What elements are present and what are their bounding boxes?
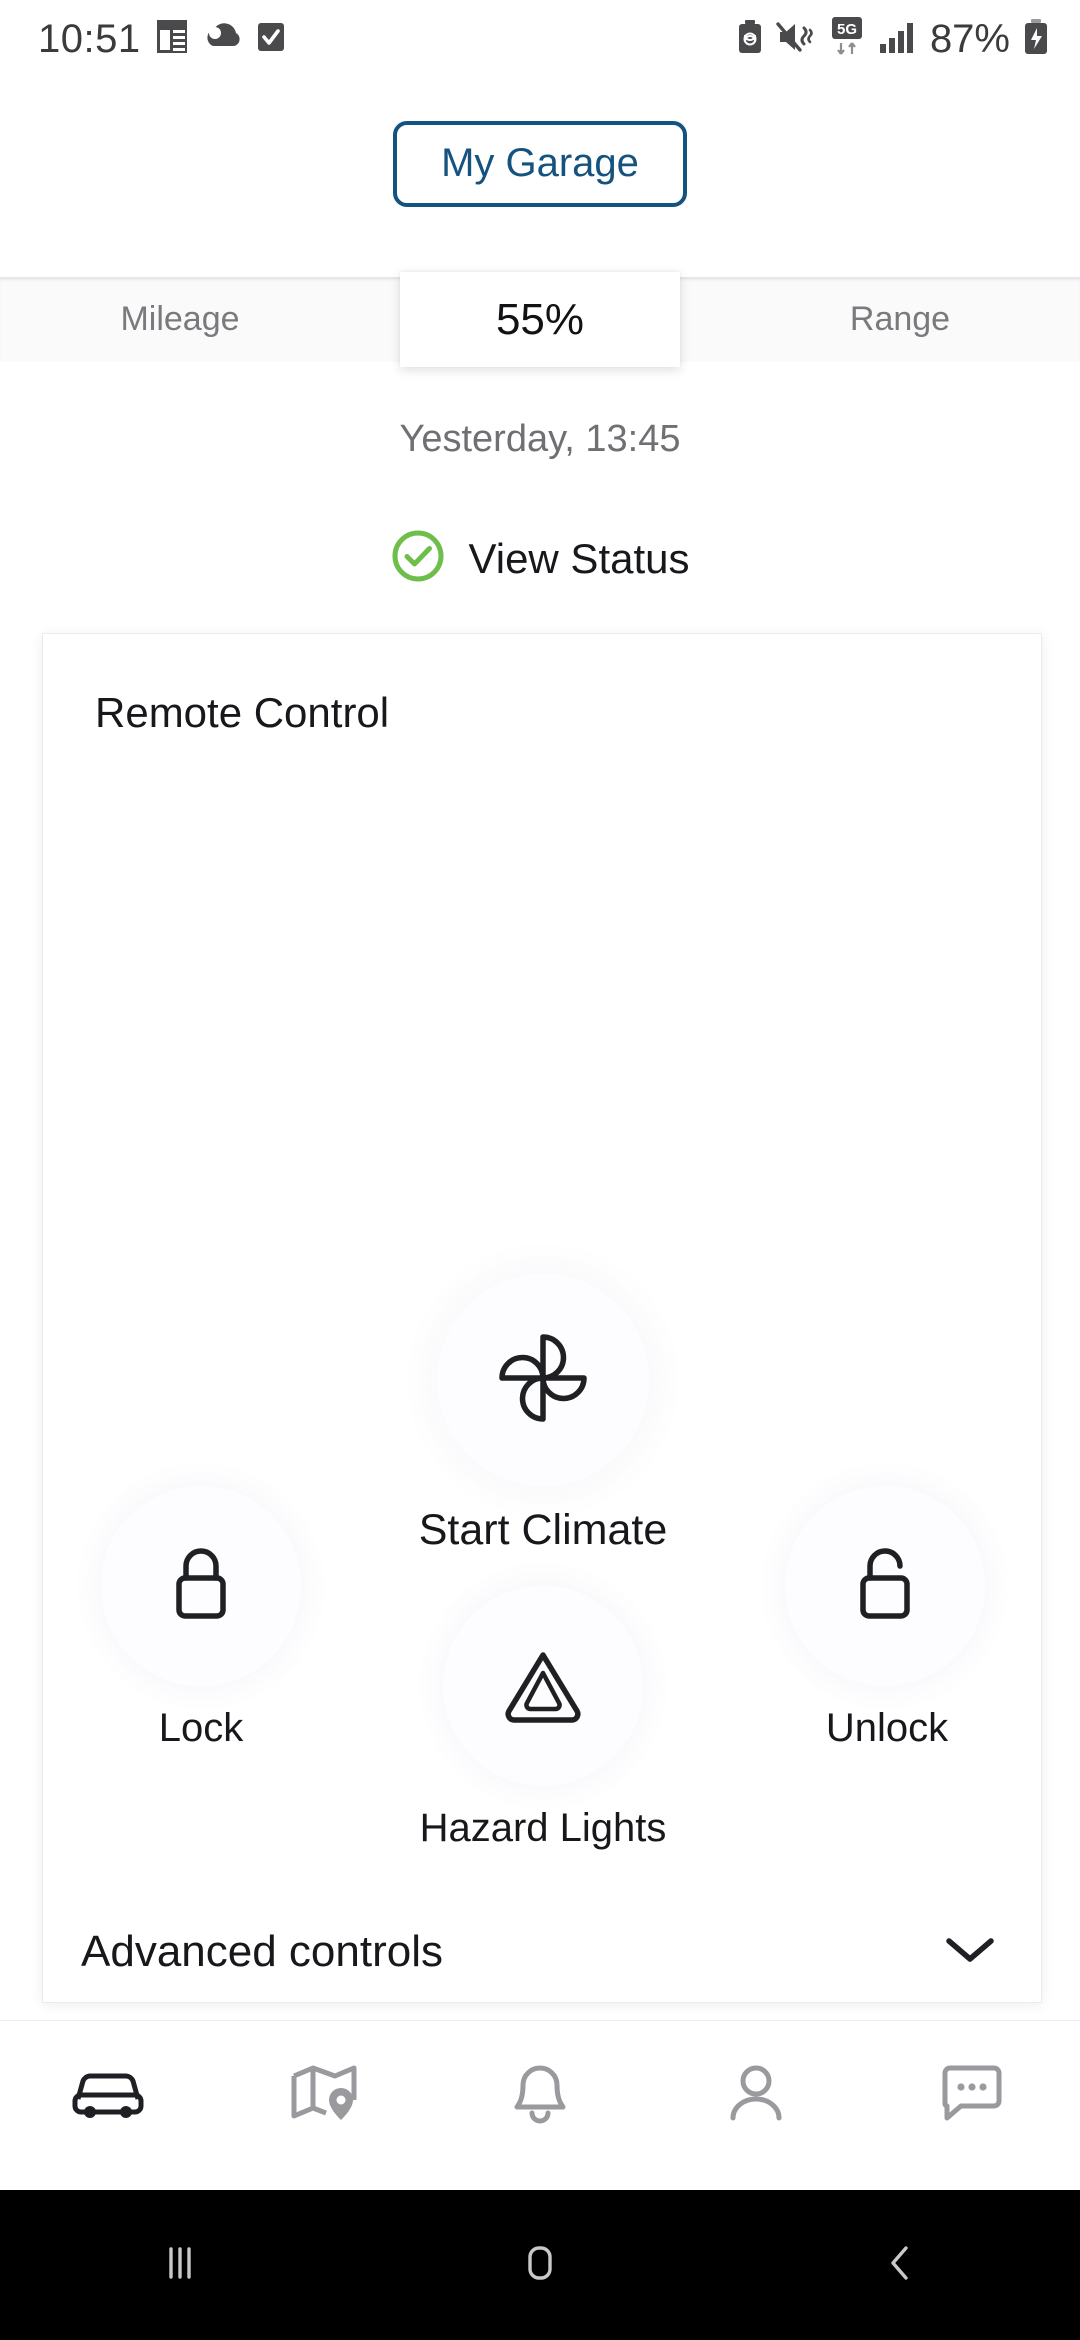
tab-map[interactable] [216, 2021, 432, 2171]
car-icon [70, 2065, 146, 2126]
chat-bubble-icon [939, 2063, 1005, 2128]
vibrate-mute-icon [776, 20, 816, 59]
chevron-down-icon[interactable] [943, 1933, 997, 1972]
tab-profile[interactable] [648, 2021, 864, 2171]
advanced-controls-expander[interactable]: Advanced controls [43, 1902, 1043, 2002]
hazard-lights-button[interactable] [443, 1586, 643, 1786]
status-bar: 10:51 5G 87% [0, 0, 1080, 78]
svg-text:5G: 5G [837, 21, 857, 38]
stat-tab-mileage[interactable]: Mileage [0, 277, 360, 362]
unlock-button[interactable] [785, 1486, 985, 1686]
my-garage-button[interactable]: My Garage [393, 121, 687, 207]
recents-icon [152, 2235, 208, 2296]
charging-battery-icon [1022, 18, 1050, 61]
lock-closed-icon [163, 1540, 239, 1633]
nav-recents-button[interactable] [0, 2235, 360, 2296]
view-status-label: View Status [468, 534, 690, 582]
weather-cloud-icon [203, 20, 241, 59]
tab-vehicle[interactable] [0, 2021, 216, 2171]
bell-icon [511, 2062, 569, 2129]
fan-pinwheel-icon [484, 1319, 602, 1442]
signal-bars-icon [878, 20, 916, 59]
app-header: My Garage [0, 78, 1080, 273]
stat-tab-battery[interactable]: 55% [400, 272, 680, 367]
last-updated-timestamp: Yesterday, 13:45 [399, 418, 681, 460]
checkbox-checked-icon [255, 20, 287, 59]
status-bar-right: 5G 87% [736, 16, 1050, 63]
unlock-label: Unlock [825, 1706, 949, 1750]
stat-tab-range[interactable]: Range [720, 277, 1080, 362]
person-icon [725, 2062, 787, 2129]
status-bar-clock: 10:51 [38, 16, 141, 61]
android-navigation-bar [0, 2190, 1080, 2340]
battery-saver-icon [736, 19, 764, 60]
nav-home-button[interactable] [360, 2235, 720, 2296]
hazard-lights-label: Hazard Lights [419, 1806, 667, 1850]
nav-back-button[interactable] [720, 2235, 1080, 2296]
map-pin-icon [288, 2062, 360, 2129]
advanced-controls-label: Advanced controls [81, 1927, 443, 1976]
back-icon [872, 2235, 928, 2296]
status-ok-check-icon [390, 528, 446, 589]
hazard-triangle-icon [499, 1643, 587, 1730]
home-icon [512, 2235, 568, 2296]
lock-open-icon [847, 1540, 923, 1633]
lock-label: Lock [158, 1706, 244, 1750]
remote-control-card: Remote Control Start Climate Lock Unlock… [42, 633, 1042, 2003]
tab-messages[interactable] [864, 2021, 1080, 2171]
5g-network-icon: 5G [828, 16, 866, 63]
status-bar-left: 10:51 [38, 17, 287, 62]
battery-percent-label: 87% [929, 16, 1010, 61]
view-status-link[interactable]: View Status [0, 528, 1080, 589]
lock-button[interactable] [101, 1486, 301, 1686]
bottom-tab-bar [0, 2020, 1080, 2170]
remote-control-title: Remote Control [95, 689, 390, 736]
calendar-icon [155, 19, 189, 60]
tab-notifications[interactable] [432, 2021, 648, 2171]
start-climate-button[interactable] [437, 1274, 649, 1486]
